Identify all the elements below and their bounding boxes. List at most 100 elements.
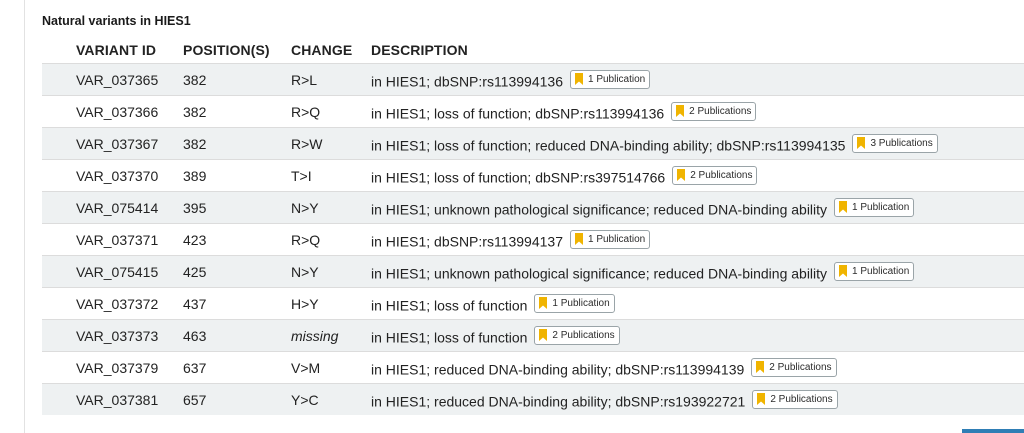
publication-count-label: 1 Publication [587,73,646,85]
description-text: in HIES1; dbSNP:rs113994137 [371,233,563,250]
description-text: in HIES1; loss of function; reduced DNA-… [371,137,846,154]
header-variant-id[interactable]: VARIANT ID [76,37,183,64]
table-row: VAR_037367 382 R>W in HIES1; loss of functi… [42,127,1024,160]
change-cell: T>I [291,159,371,192]
publication-count-label: 1 Publication [852,265,910,277]
position-cell: 395 [183,191,291,224]
publication-badge[interactable]: 1 Publication [534,293,615,313]
header-change[interactable]: CHANGE [291,37,371,64]
header-description[interactable]: DESCRIPTION [371,37,1024,64]
bookmark-icon [857,137,866,150]
publication-badge[interactable]: 2 Publications [752,389,838,409]
change-cell: V>M [291,351,371,384]
variant-id-cell[interactable]: VAR_037373 [76,319,183,352]
row-spacer [42,255,76,288]
variant-id-cell[interactable]: VAR_037381 [76,383,183,415]
bookmark-icon [839,201,848,214]
publication-badge[interactable]: 1 Publication [834,261,915,281]
variant-id-cell[interactable]: VAR_037379 [76,351,183,384]
variant-id-cell[interactable]: VAR_037372 [76,287,183,320]
change-cell: Y>C [291,383,371,415]
description-text: in HIES1; unknown pathological significa… [371,265,828,282]
description-text: in HIES1; reduced DNA-binding ability; d… [371,393,746,410]
change-cell: missing [291,319,371,352]
row-spacer [42,127,76,160]
publication-count-label: 2 Publications [769,361,832,373]
description-text: in HIES1; loss of function; dbSNP:rs3975… [371,169,666,186]
bookmark-icon [677,169,686,182]
publication-count-label: 2 Publications [689,105,752,117]
publication-count-label: 2 Publications [552,329,615,341]
publication-badge[interactable]: 1 Publication [569,69,651,89]
description-text: in HIES1; dbSNP:rs113994136 [371,73,563,90]
description-cell: in HIES1; reduced DNA-binding ability; d… [371,351,1024,384]
description-text: in HIES1; unknown pathological significa… [371,201,828,218]
header-spacer [42,37,76,64]
row-spacer [42,191,76,224]
variant-id-cell[interactable]: VAR_037367 [76,127,183,160]
publication-count-label: 2 Publications [690,169,753,181]
bookmark-icon [539,329,548,342]
table-row: VAR_037365 382 R>L in HIES1; dbSNP:rs113994… [42,63,1024,96]
description-cell: in HIES1; unknown pathological significa… [371,191,1024,224]
position-cell: 389 [183,159,291,192]
publication-badge[interactable]: 2 Publications [751,357,837,377]
description-cell: in HIES1; reduced DNA-binding ability; d… [371,383,1024,415]
publication-count-label: 1 Publication [852,201,910,213]
variant-id-cell[interactable]: VAR_037370 [76,159,183,192]
change-cell: N>Y [291,255,371,288]
table-row: VAR_037366 382 R>Q in HIES1; loss of functi… [42,95,1024,128]
bookmark-icon [539,297,548,310]
variant-id-cell[interactable]: VAR_037365 [76,63,183,96]
variant-id-cell[interactable]: VAR_037366 [76,95,183,128]
publication-badge[interactable]: 2 Publications [534,325,620,345]
publication-badge[interactable]: 2 Publications [672,165,758,185]
table-row: VAR_037373 463 missing in HIES1; loss of fu… [42,319,1024,352]
content-left-border [24,0,25,433]
description-cell: in HIES1; loss of function 1 Publication [371,287,1024,320]
bookmark-icon [574,233,583,246]
publication-badge[interactable]: 3 Publications [852,133,938,153]
bookmark-icon [757,393,766,406]
publication-badge[interactable]: 1 Publication [834,197,915,217]
publication-count-label: 2 Publications [770,393,833,405]
publication-count-label: 1 Publication [552,297,610,309]
position-cell: 463 [183,319,291,352]
table-row: VAR_037372 437 H>Y in HIES1; loss of functi… [42,287,1024,320]
publication-badge[interactable]: 2 Publications [671,101,757,121]
publication-badge[interactable]: 1 Publication [569,229,651,249]
description-text: in HIES1; loss of function [371,297,528,314]
bookmark-icon [676,105,685,118]
position-cell: 382 [183,95,291,128]
header-positions[interactable]: POSITION(S) [183,37,291,64]
position-cell: 637 [183,351,291,384]
description-cell: in HIES1; loss of function; dbSNP:rs3975… [371,159,1024,192]
description-cell: in HIES1; loss of function; reduced DNA-… [371,127,1024,160]
row-spacer [42,383,76,415]
description-text: in HIES1; loss of function; dbSNP:rs1139… [371,105,665,122]
row-spacer [42,159,76,192]
bookmark-icon [839,265,848,278]
position-cell: 382 [183,63,291,96]
table-row: VAR_037381 657 Y>C in HIES1; reduced DNA-bi… [42,383,1024,415]
row-spacer [42,287,76,320]
bookmark-icon [756,361,765,374]
position-cell: 425 [183,255,291,288]
variant-id-cell[interactable]: VAR_075414 [76,191,183,224]
change-cell: H>Y [291,287,371,320]
description-cell: in HIES1; dbSNP:rs113994137 1 Publication [371,223,1024,256]
change-cell: R>Q [291,223,371,256]
table-header-row: VARIANT ID POSITION(S) CHANGE DESCRIPTIO… [42,37,1024,64]
position-cell: 437 [183,287,291,320]
variant-id-cell[interactable]: VAR_075415 [76,255,183,288]
floating-action-bar[interactable] [962,429,1024,433]
row-spacer [42,223,76,256]
section-title: Natural variants in HIES1 [42,14,191,28]
bookmark-icon [574,73,583,86]
variant-id-cell[interactable]: VAR_037371 [76,223,183,256]
description-text: in HIES1; reduced DNA-binding ability; d… [371,361,745,378]
natural-variants-table: VARIANT ID POSITION(S) CHANGE DESCRIPTIO… [42,37,1024,415]
publication-count-label: 3 Publications [870,137,933,149]
description-cell: in HIES1; loss of function; dbSNP:rs1139… [371,95,1024,128]
table-row: VAR_075414 395 N>Y in HIES1; unknown pathol… [42,191,1024,224]
